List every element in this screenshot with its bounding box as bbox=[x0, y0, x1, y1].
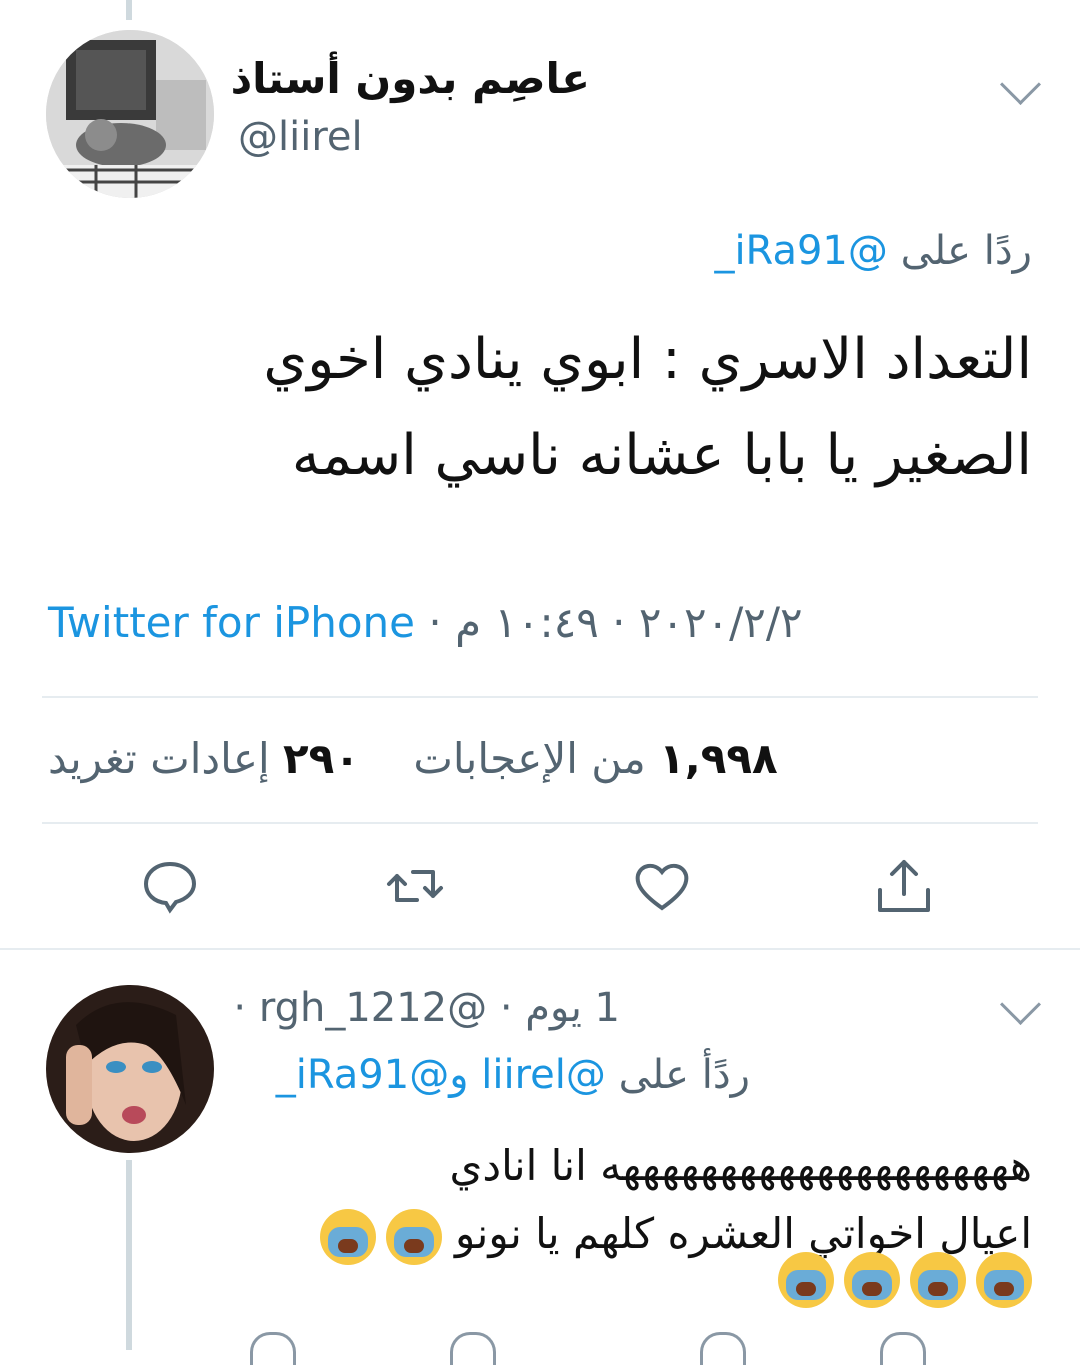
retweets-label[interactable]: إعادات تغريد bbox=[48, 734, 270, 783]
loudly-crying-face-emoji bbox=[976, 1252, 1032, 1308]
retweets-count[interactable]: ٢٩٠ bbox=[283, 734, 360, 783]
likes-label[interactable]: من الإعجابات bbox=[413, 734, 645, 783]
reply-replying-to: ردًأ على @liirel و@iRa91_ bbox=[276, 1052, 750, 1098]
heart-icon[interactable] bbox=[700, 1332, 746, 1365]
tweet-meta: Twitter for iPhone · ٢٠٢٠/٢/٢ · ١٠:٤٩ م bbox=[48, 598, 803, 647]
tweet-text-line: التعداد الاسري : ابوي ينادي اخوي bbox=[263, 327, 1032, 392]
author-avatar[interactable] bbox=[46, 30, 214, 198]
replying-to-handle[interactable]: @iRa91_ bbox=[714, 228, 887, 274]
divider bbox=[42, 822, 1038, 824]
author-handle[interactable]: @liirel bbox=[238, 114, 363, 160]
loudly-crying-face-emoji bbox=[778, 1252, 834, 1308]
retweet-icon[interactable] bbox=[385, 856, 445, 916]
separator: · bbox=[598, 598, 626, 647]
thread-line bbox=[126, 0, 132, 20]
replying-to-conjunction: و bbox=[449, 1052, 469, 1098]
chevron-down-icon[interactable] bbox=[999, 63, 1042, 106]
replying-to-label: ردًأ على bbox=[618, 1052, 750, 1098]
divider bbox=[0, 948, 1080, 950]
tweet-source[interactable]: Twitter for iPhone bbox=[48, 598, 415, 647]
comment-icon[interactable] bbox=[140, 856, 200, 916]
replying-to-handle[interactable]: @liirel bbox=[481, 1052, 606, 1098]
chevron-down-icon[interactable] bbox=[999, 983, 1042, 1026]
tweet-text: التعداد الاسري : ابوي ينادي اخوي الصغير … bbox=[152, 312, 1032, 504]
loudly-crying-face-emoji bbox=[844, 1252, 900, 1308]
reply-text-content: اعيال اخواتي العشره كلهم يا نونو bbox=[454, 1209, 1032, 1258]
loudly-crying-face-emoji bbox=[910, 1252, 966, 1308]
reply-actions-partial bbox=[240, 1320, 1000, 1365]
separator: · bbox=[428, 598, 456, 647]
reply-handle[interactable]: @rgh_1212 bbox=[259, 985, 487, 1031]
tweet-text-line: الصغير يا بابا عشانه ناسي اسمه bbox=[291, 423, 1032, 488]
replying-to: ردًا على @iRa91_ bbox=[714, 228, 1032, 274]
thread-line bbox=[126, 1160, 132, 1350]
retweet-icon[interactable] bbox=[450, 1332, 496, 1365]
loudly-crying-face-emoji bbox=[385, 1208, 442, 1265]
heart-icon[interactable] bbox=[632, 856, 692, 916]
divider bbox=[42, 696, 1038, 698]
share-icon[interactable] bbox=[880, 1332, 926, 1365]
reply-text: هههههههههههههههههههههه انا انادي اعيال ا… bbox=[272, 1132, 1032, 1268]
reply-meta: 1 يوم · @rgh_1212 · bbox=[233, 985, 620, 1031]
separator: · bbox=[233, 985, 247, 1031]
loudly-crying-face-emoji bbox=[319, 1208, 376, 1265]
reply-text-line: هههههههههههههههههههههه انا انادي bbox=[449, 1141, 1032, 1190]
share-icon[interactable] bbox=[874, 856, 934, 916]
replying-to-handle[interactable]: @iRa91_ bbox=[276, 1052, 449, 1098]
tweet-stats: ١,٩٩٨ من الإعجابات ٢٩٠ إعادات تغريد bbox=[48, 734, 778, 783]
emoji-row bbox=[768, 1252, 1032, 1308]
separator: · bbox=[487, 985, 513, 1031]
reply-author-avatar[interactable] bbox=[46, 985, 214, 1153]
replying-to-label: ردًا على bbox=[900, 228, 1032, 274]
tweet-time: ١٠:٤٩ م bbox=[455, 598, 599, 647]
comment-icon[interactable] bbox=[250, 1332, 296, 1365]
tweet-date: ٢٠٢٠/٢/٢ bbox=[638, 598, 803, 647]
likes-count[interactable]: ١,٩٩٨ bbox=[659, 734, 778, 783]
author-name[interactable]: عاصِم بدون أستاذ bbox=[231, 54, 590, 103]
reply-age: 1 يوم bbox=[525, 985, 620, 1031]
